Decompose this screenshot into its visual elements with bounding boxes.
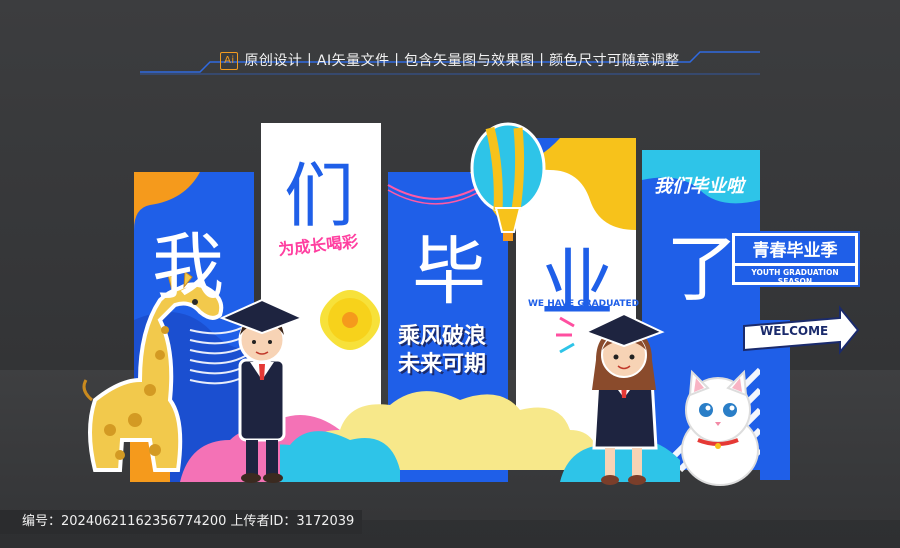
sign-title: 青春毕业季 [752, 241, 838, 261]
sign-subtitle: YOUTH GRADUATION SEASON [751, 268, 839, 286]
char-bi: 毕 [412, 229, 486, 315]
footer-bar: 编号：20240621162356774200 上传者ID：3172039 [0, 510, 362, 534]
char-wo: 我 [152, 225, 225, 309]
women-biye-slogan: 我们毕业啦 [654, 176, 744, 197]
char-ye: 业 [540, 241, 614, 327]
welcome-text: WELCOME [760, 324, 829, 338]
char-men: 们 [284, 155, 354, 237]
char-le: 了 [666, 227, 739, 311]
footer-text: 编号：20240621162356774200 上传者ID：3172039 [22, 514, 355, 529]
ride-wind-slogan-2: 未来可期 [398, 352, 487, 377]
we-have-graduated: WE HAVE GRADUATED [528, 299, 640, 309]
